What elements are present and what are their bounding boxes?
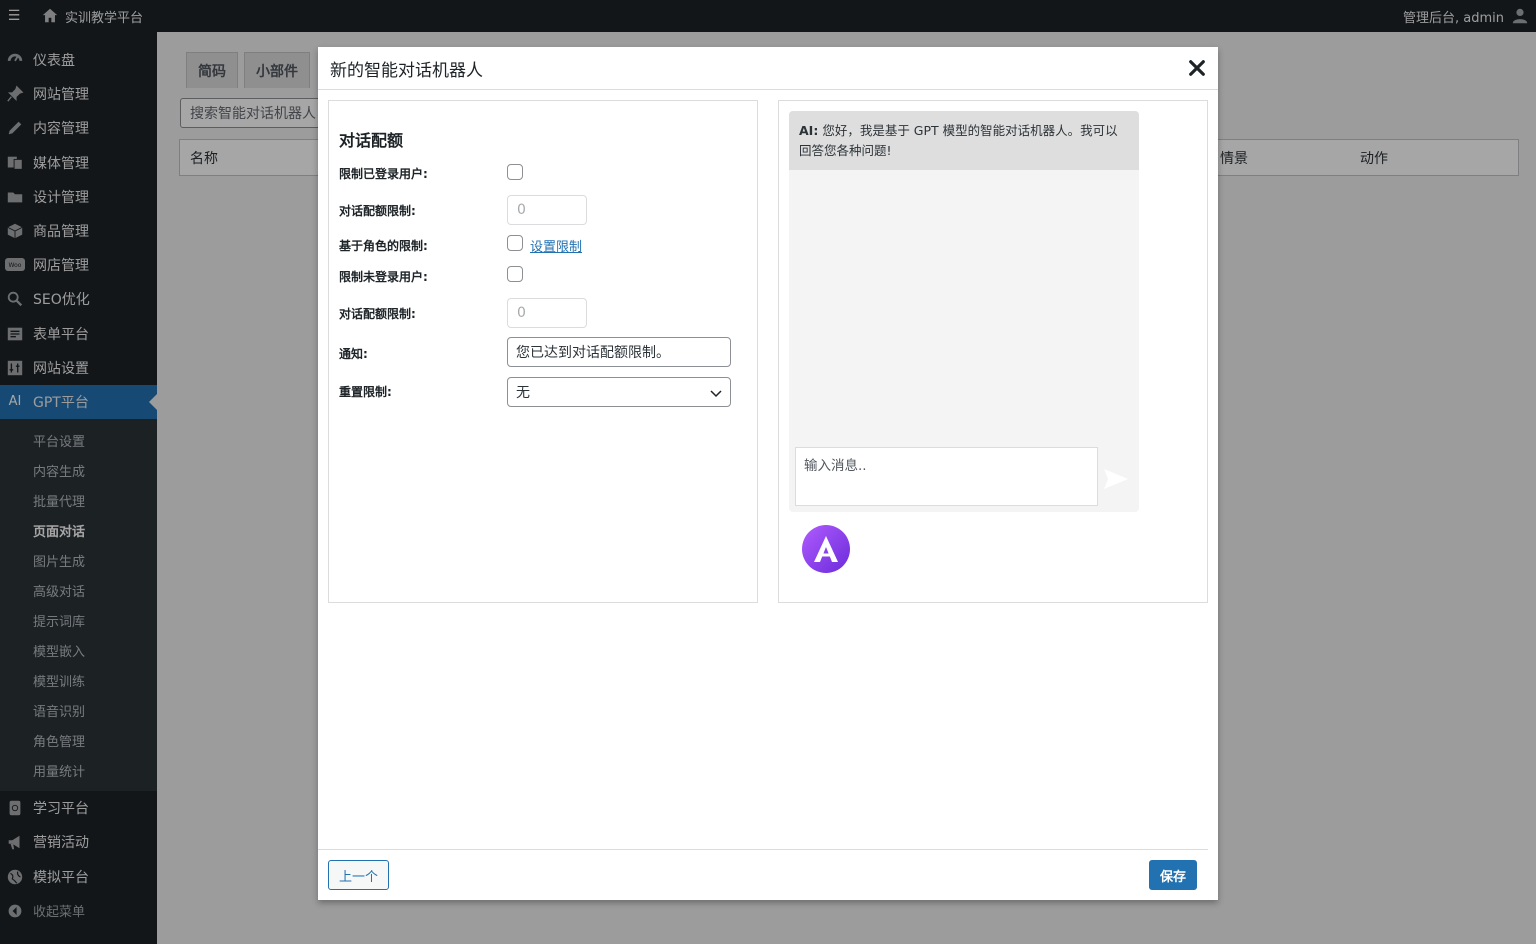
modal-header: 新的智能对话机器人 xyxy=(318,47,1218,90)
chat-window: AI: 您好，我是基于 GPT 模型的智能对话机器人。我可以回答您各种问题! 输… xyxy=(789,111,1139,512)
chat-preview-panel: AI: 您好，我是基于 GPT 模型的智能对话机器人。我可以回答您各种问题! 输… xyxy=(778,100,1208,603)
limit-guests-checkbox[interactable] xyxy=(507,266,523,282)
limit-logged-in-label: 限制已登录用户: xyxy=(339,167,428,181)
quota-settings-panel: 对话配额 限制已登录用户: 对话配额限制: 0 基于角色的限制: 设置限制 限制… xyxy=(328,100,758,603)
chatbot-avatar[interactable] xyxy=(802,525,850,573)
quota-limit-input-guests[interactable]: 0 xyxy=(507,298,587,328)
limit-logged-in-checkbox[interactable] xyxy=(507,164,523,180)
previous-button[interactable]: 上一个 xyxy=(328,860,389,890)
close-icon[interactable] xyxy=(1186,57,1208,79)
reset-limit-value: 无 xyxy=(516,385,530,401)
reset-limit-select[interactable]: 无 xyxy=(507,377,731,407)
save-button[interactable]: 保存 xyxy=(1149,860,1197,890)
chevron-down-icon xyxy=(709,386,723,400)
quota-limit-input-logged-in[interactable]: 0 xyxy=(507,195,587,225)
section-title: 对话配额 xyxy=(339,131,404,150)
notice-label: 通知: xyxy=(339,347,368,361)
limit-guests-label: 限制未登录用户: xyxy=(339,270,428,284)
modal-title: 新的智能对话机器人 xyxy=(330,60,483,81)
quota-limit-label-guests: 对话配额限制: xyxy=(339,307,416,321)
send-icon[interactable] xyxy=(1101,464,1131,494)
set-limits-link[interactable]: 设置限制 xyxy=(530,236,582,255)
ai-message: AI: 您好，我是基于 GPT 模型的智能对话机器人。我可以回答您各种问题! xyxy=(789,111,1139,170)
chat-message-input[interactable]: 输入消息.. xyxy=(795,447,1098,506)
quota-limit-label-logged-in: 对话配额限制: xyxy=(339,204,416,218)
role-limit-label: 基于角色的限制: xyxy=(339,239,428,253)
role-limit-checkbox[interactable] xyxy=(507,235,523,251)
reset-limit-label: 重置限制: xyxy=(339,385,392,399)
notice-input[interactable]: 您已达到对话配额限制。 xyxy=(507,337,731,367)
new-chatbot-modal: 新的智能对话机器人 对话配额 限制已登录用户: 对话配额限制: 0 基于角色的限… xyxy=(318,47,1218,900)
modal-footer-divider xyxy=(318,849,1208,850)
